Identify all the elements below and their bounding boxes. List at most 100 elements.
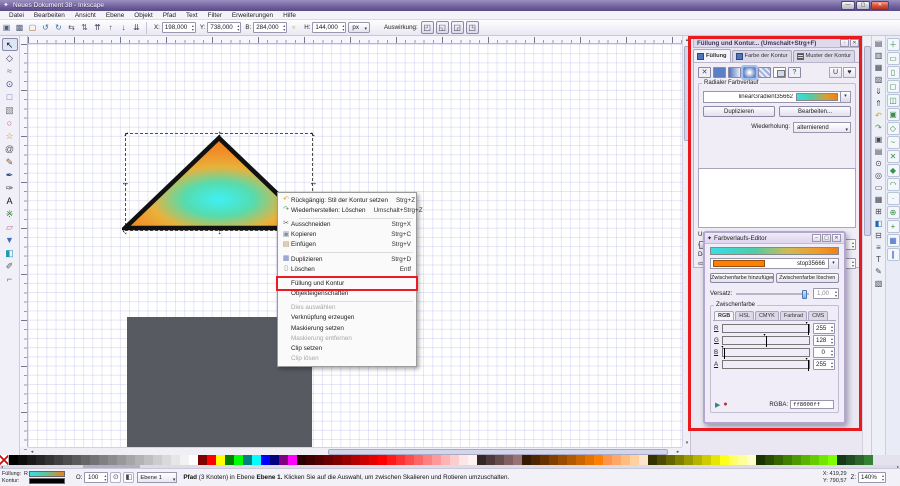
palette-swatch[interactable]: [243, 455, 252, 465]
palette-swatch[interactable]: [360, 455, 369, 465]
context-menu-item[interactable]: Füllung und Kontur: [278, 278, 416, 288]
palette-swatch[interactable]: [36, 455, 45, 465]
add-stop-button[interactable]: Zwischenfarbe hinzufügen: [710, 273, 774, 283]
snap-bbox[interactable]: ▭: [887, 52, 900, 65]
layer-select[interactable]: Ebene 1: [137, 472, 177, 483]
palette-swatch[interactable]: [81, 455, 90, 465]
pen-tool[interactable]: ✒: [2, 168, 18, 181]
palette-swatch[interactable]: [711, 455, 720, 465]
palette-swatch[interactable]: [63, 455, 72, 465]
print-icon[interactable]: ▨: [873, 74, 885, 86]
palette-swatch[interactable]: [522, 455, 531, 465]
palette-swatch[interactable]: [594, 455, 603, 465]
context-menu-item[interactable]: ▣ Kopieren Strg+C: [278, 230, 416, 240]
palette-swatch[interactable]: [864, 455, 873, 465]
palette-swatch[interactable]: [9, 455, 18, 465]
palette-swatch[interactable]: [675, 455, 684, 465]
close-button[interactable]: ✕: [871, 1, 889, 10]
snap-nodes[interactable]: ◇: [887, 122, 900, 135]
palette-swatch[interactable]: [414, 455, 423, 465]
zoom-selection-icon[interactable]: ⊙: [873, 158, 885, 170]
palette-swatch[interactable]: [27, 455, 36, 465]
no-paint-button[interactable]: ✕: [698, 67, 711, 78]
context-menu-item[interactable]: ▯ Löschen Entf: [278, 264, 416, 274]
select-all-icon[interactable]: ▣: [1, 22, 12, 33]
palette-swatch[interactable]: [108, 455, 117, 465]
palette-swatch[interactable]: [324, 455, 333, 465]
menu-item[interactable]: Datei: [4, 12, 29, 19]
palette-swatch[interactable]: [117, 455, 126, 465]
palette-swatch[interactable]: [432, 455, 441, 465]
spray-tool[interactable]: ※: [2, 207, 18, 220]
palette-swatch[interactable]: [531, 455, 540, 465]
palette-swatch[interactable]: [45, 455, 54, 465]
close-button[interactable]: ✕: [832, 234, 841, 242]
clone-icon[interactable]: ⊞: [873, 206, 885, 218]
palette-swatch[interactable]: [468, 455, 477, 465]
palette-swatch[interactable]: [351, 455, 360, 465]
palette-swatch[interactable]: [315, 455, 324, 465]
scale-corners-toggle[interactable]: ◱: [436, 21, 449, 34]
menu-item[interactable]: Pfad: [158, 12, 181, 19]
gradient-preview-bar[interactable]: [710, 247, 839, 255]
context-menu-item[interactable]: Dies auswählen: [278, 303, 416, 313]
palette-swatch[interactable]: [765, 455, 774, 465]
flip-horizontal-icon[interactable]: ⇆: [66, 22, 77, 33]
palette-swatch[interactable]: [441, 455, 450, 465]
channel-slider[interactable]: [722, 360, 810, 369]
palette-swatch[interactable]: [648, 455, 657, 465]
context-menu-item[interactable]: Maskierung setzen: [278, 323, 416, 333]
palette-swatch[interactable]: [585, 455, 594, 465]
width-field[interactable]: 284,000: [253, 22, 287, 33]
duplicate-gradient-button[interactable]: Duplizieren: [703, 106, 775, 117]
spiral-tool[interactable]: @: [2, 142, 18, 155]
repeat-select[interactable]: alternierend: [793, 122, 851, 133]
palette-swatch[interactable]: [72, 455, 81, 465]
dock-scrollbar[interactable]: [862, 36, 871, 455]
palette-swatch[interactable]: [189, 455, 198, 465]
palette-swatch[interactable]: [801, 455, 810, 465]
stroke-color-swatch[interactable]: [29, 478, 65, 484]
connector-tool[interactable]: ⌐: [2, 272, 18, 285]
selection-handle-n[interactable]: ↕: [215, 129, 224, 138]
gradient-select[interactable]: linearGradient35662 ▾: [703, 91, 851, 103]
menu-item[interactable]: Erweiterungen: [227, 12, 278, 19]
palette-swatch[interactable]: [855, 455, 864, 465]
fill-rule-nonzero-button[interactable]: ♥: [843, 67, 856, 78]
palette-swatch[interactable]: [333, 455, 342, 465]
snap-intersections[interactable]: ✕: [887, 150, 900, 163]
color-mode-tab[interactable]: CMS: [808, 311, 828, 320]
palette-swatch[interactable]: [630, 455, 639, 465]
channel-slider[interactable]: [722, 348, 810, 357]
undo-icon[interactable]: ↶: [873, 110, 885, 122]
snap-cusp-nodes[interactable]: ◆: [887, 164, 900, 177]
zoom-drawing-icon[interactable]: ◎: [873, 170, 885, 182]
fill-color-swatch[interactable]: [29, 471, 65, 477]
channel-slider[interactable]: [722, 324, 810, 333]
palette-swatch[interactable]: [621, 455, 630, 465]
palette-swatch[interactable]: [792, 455, 801, 465]
maximize-button[interactable]: ▢: [856, 1, 870, 10]
palette-swatch[interactable]: [297, 455, 306, 465]
dock-collapse-button[interactable]: ▫: [840, 39, 849, 47]
paint-bucket-tool[interactable]: ▼: [2, 233, 18, 246]
menu-item[interactable]: Hilfe: [278, 12, 301, 19]
rotate-ccw-icon[interactable]: ↺: [40, 22, 51, 33]
snap-grid[interactable]: ▦: [887, 234, 900, 247]
vertical-ruler[interactable]: [20, 36, 28, 447]
snap-smooth-nodes[interactable]: ◠: [887, 178, 900, 191]
channel-value[interactable]: 255: [813, 359, 835, 370]
menu-item[interactable]: Bearbeiten: [29, 12, 70, 19]
fill-stroke-tab[interactable]: Farbe der Kontur: [732, 50, 792, 62]
snap-rotation-center[interactable]: +: [887, 220, 900, 233]
paste-icon[interactable]: ▤: [873, 146, 885, 158]
x-field[interactable]: 198,000: [162, 22, 196, 33]
palette-swatch[interactable]: [639, 455, 648, 465]
minimize-button[interactable]: —: [841, 1, 855, 10]
selector-tool[interactable]: ↖: [2, 38, 18, 51]
palette-swatch[interactable]: [270, 455, 279, 465]
offset-slider[interactable]: [736, 293, 809, 295]
tweak-tool[interactable]: ≈: [2, 64, 18, 77]
layers-dialog-icon[interactable]: ▧: [873, 278, 885, 290]
palette-swatch[interactable]: [657, 455, 666, 465]
